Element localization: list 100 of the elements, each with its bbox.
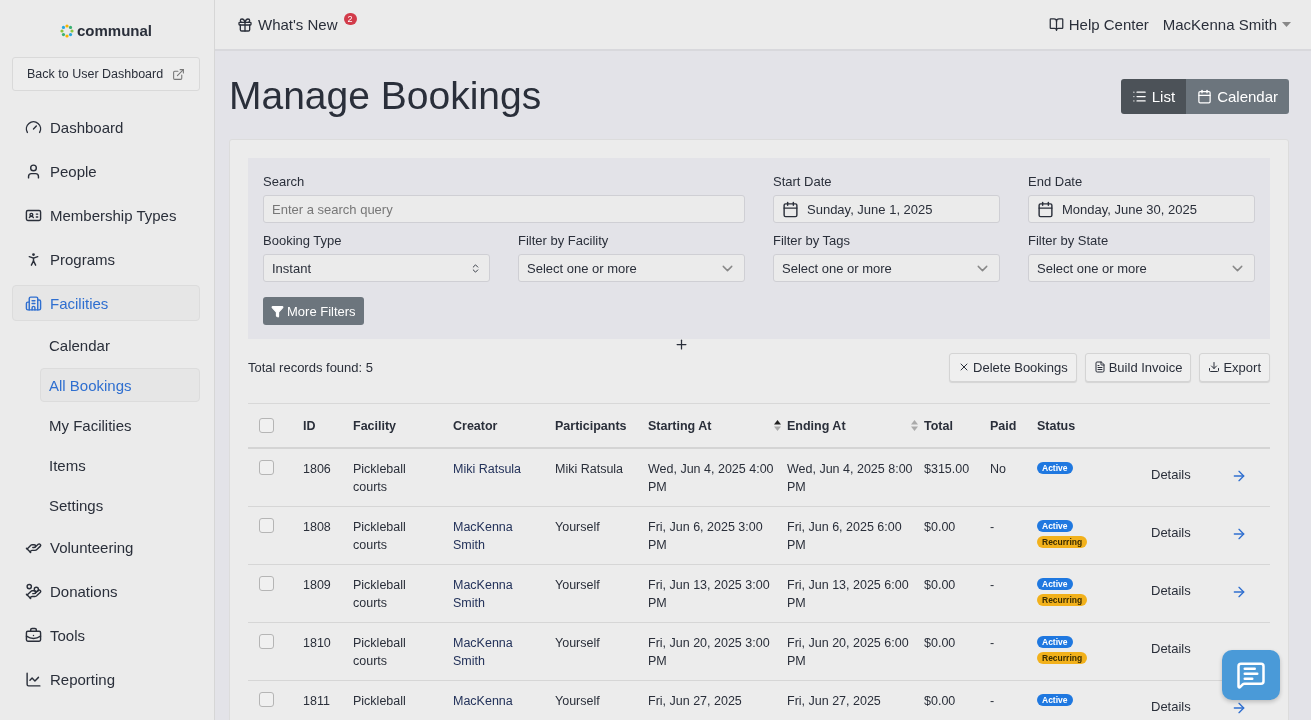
arrow-right-icon[interactable] bbox=[1231, 700, 1247, 716]
nav-item[interactable]: Dashboard bbox=[12, 109, 200, 145]
table-cell-text: 1809 bbox=[303, 577, 332, 594]
details-link[interactable]: Details bbox=[1151, 583, 1231, 598]
action-button[interactable]: Delete Bookings bbox=[949, 352, 1077, 382]
table-cell-text: Wed, Jun 4, 2025 8:00 PM bbox=[787, 461, 914, 496]
table-cell-text: Fri, Jun 6, 2025 3:00 PM bbox=[648, 519, 764, 554]
calendar-icon bbox=[1197, 88, 1213, 104]
back-button[interactable]: Back to User Dashboard bbox=[12, 57, 200, 91]
nav-icon bbox=[25, 118, 42, 136]
nav-item[interactable]: Membership Types bbox=[12, 197, 200, 233]
checkbox[interactable] bbox=[259, 460, 274, 475]
column-header: ID bbox=[303, 418, 316, 433]
action-button[interactable]: Export bbox=[1199, 352, 1270, 382]
subnav-item[interactable]: Settings bbox=[40, 488, 200, 522]
details-link[interactable]: Details bbox=[1151, 641, 1231, 656]
nav-item[interactable]: Programs bbox=[12, 241, 200, 277]
checkbox[interactable] bbox=[259, 692, 274, 707]
chat-icon bbox=[1236, 660, 1266, 690]
table-cell-text: Pickleball courts bbox=[353, 577, 407, 612]
details-link[interactable]: Details bbox=[1151, 699, 1231, 714]
table-cell-text: 1808 bbox=[303, 519, 332, 536]
table-cell-text: Pickleball courts bbox=[353, 519, 407, 554]
field-label: Filter by Tags bbox=[773, 233, 852, 248]
arrow-right-icon[interactable] bbox=[1231, 526, 1247, 542]
checkbox[interactable] bbox=[259, 576, 274, 591]
checkbox[interactable] bbox=[259, 518, 274, 533]
table-cell-text: Fri, Jun 27, 2025 bbox=[787, 693, 882, 710]
subnav-item[interactable]: All Bookings bbox=[40, 368, 200, 402]
column-header[interactable]: Ending At bbox=[787, 418, 846, 433]
page-title: Manage Bookings bbox=[229, 74, 542, 118]
creator-link[interactable]: Miki Ratsula bbox=[453, 460, 532, 478]
table-cell-text: Pickleball courts bbox=[353, 635, 407, 670]
table-cell-text: $0.00 bbox=[924, 635, 957, 652]
table-cell-text: Fri, Jun 27, 2025 bbox=[648, 693, 743, 710]
table-cell-text: $0.00 bbox=[924, 519, 957, 536]
table-cell-text: Miki Ratsula bbox=[555, 461, 625, 478]
multiselect-field[interactable]: Select one or more bbox=[1028, 254, 1255, 282]
plus-icon[interactable] bbox=[674, 337, 689, 352]
more-filters-button[interactable]: More Filters bbox=[263, 297, 364, 325]
date-field[interactable]: Monday, June 30, 2025 bbox=[1028, 195, 1255, 223]
view-tab[interactable]: Calendar bbox=[1186, 78, 1289, 114]
logo-icon bbox=[60, 23, 74, 38]
status-tag: Recurring bbox=[1037, 594, 1088, 606]
table-cell-text: Yourself bbox=[555, 693, 601, 710]
list-icon bbox=[1131, 88, 1147, 104]
column-header[interactable]: Starting At bbox=[648, 418, 712, 433]
status-tag: Active bbox=[1037, 694, 1073, 706]
chat-button[interactable] bbox=[1222, 650, 1280, 700]
subnav-item[interactable]: Items bbox=[40, 448, 200, 482]
nav-item[interactable]: Volunteering bbox=[12, 529, 200, 565]
whats-new-link[interactable]: What's New bbox=[237, 16, 338, 33]
date-field[interactable]: Sunday, June 1, 2025 bbox=[773, 195, 1000, 223]
status-tag: Active bbox=[1037, 636, 1073, 648]
calendar-icon bbox=[782, 200, 799, 218]
column-header: Paid bbox=[990, 418, 1017, 433]
details-link[interactable]: Details bbox=[1151, 467, 1231, 482]
action-button[interactable]: Build Invoice bbox=[1084, 352, 1192, 382]
user-menu[interactable]: MacKenna Smith bbox=[1162, 16, 1291, 33]
nav-item[interactable]: Tools bbox=[12, 617, 200, 653]
subnav-item[interactable]: My Facilities bbox=[40, 408, 200, 442]
multiselect-field[interactable]: Select one or more bbox=[773, 254, 1000, 282]
select-field[interactable]: Instant bbox=[263, 254, 490, 282]
book-icon bbox=[1048, 17, 1064, 32]
arrow-right-icon[interactable] bbox=[1231, 468, 1247, 484]
nav-item[interactable]: Donations bbox=[12, 573, 200, 609]
column-header: Total bbox=[924, 418, 953, 433]
status-tag: Active bbox=[1037, 462, 1073, 474]
view-tab[interactable]: List bbox=[1120, 78, 1187, 114]
checkbox[interactable] bbox=[259, 418, 274, 433]
download-icon bbox=[1208, 361, 1221, 373]
sort-icon[interactable] bbox=[774, 420, 781, 431]
help-link[interactable]: Help Center bbox=[1048, 16, 1149, 33]
arrow-right-icon[interactable] bbox=[1231, 584, 1247, 600]
table-cell-text: $315.00 bbox=[924, 461, 971, 478]
creator-link[interactable]: MacKenna Smith bbox=[453, 576, 555, 612]
table-cell-text: No bbox=[990, 461, 1007, 478]
caret-icon bbox=[1282, 22, 1291, 27]
table-cell-text: Fri, Jun 13, 2025 3:00 PM bbox=[648, 577, 771, 612]
table-cell-text: 1811 bbox=[303, 693, 331, 710]
table-cell-text: 1810 bbox=[303, 635, 332, 652]
field-label: Search bbox=[263, 174, 306, 189]
nav-icon bbox=[25, 670, 42, 688]
table-cell-text: Pickleball courts bbox=[353, 461, 407, 496]
nav-item[interactable]: Facilities bbox=[12, 285, 200, 321]
nav-item[interactable]: People bbox=[12, 153, 200, 189]
creator-link[interactable]: MacKenna Smith bbox=[453, 634, 555, 670]
table-cell-text: Yourself bbox=[555, 519, 601, 536]
nav-item[interactable]: Reporting bbox=[12, 661, 200, 697]
table-cell-text: - bbox=[990, 635, 996, 652]
details-link[interactable]: Details bbox=[1151, 525, 1231, 540]
creator-link[interactable]: MacKenna bbox=[453, 692, 523, 710]
creator-link[interactable]: MacKenna Smith bbox=[453, 518, 555, 554]
multiselect-field[interactable]: Select one or more bbox=[518, 254, 745, 282]
status-tag: Active bbox=[1037, 520, 1073, 532]
count-badge: 2 bbox=[343, 13, 357, 25]
search-field[interactable]: Enter a search query bbox=[263, 195, 745, 223]
column-header: Status bbox=[1037, 418, 1076, 433]
subnav-item[interactable]: Calendar bbox=[40, 328, 200, 362]
checkbox[interactable] bbox=[259, 634, 274, 649]
